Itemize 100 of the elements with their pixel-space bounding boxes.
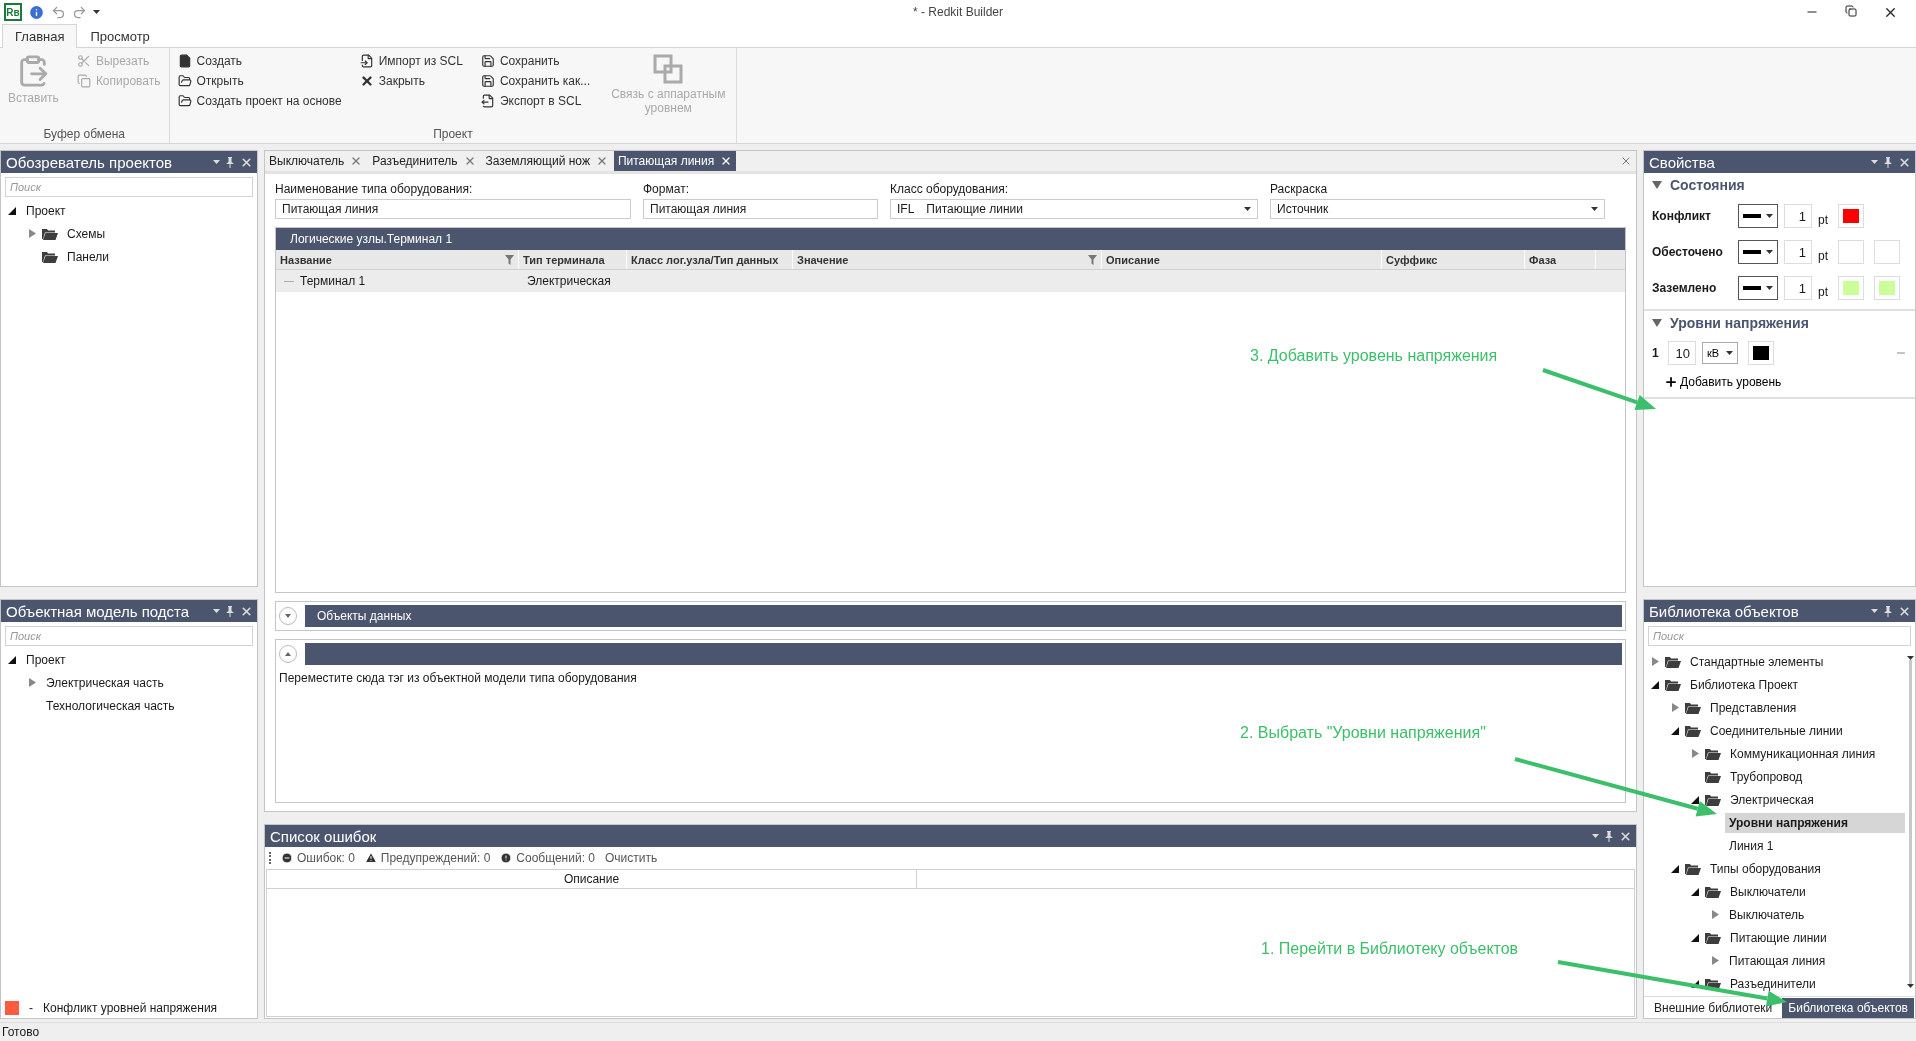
input-field[interactable]: Питающая линия: [275, 199, 631, 219]
color-picker[interactable]: [1838, 204, 1864, 228]
width-field[interactable]: 1: [1784, 240, 1812, 264]
dropdown-icon[interactable]: [213, 609, 220, 613]
tree-item[interactable]: Панели: [63, 246, 113, 267]
expand-arrow-icon[interactable]: [28, 229, 36, 238]
tree-item[interactable]: Трубопровод: [1726, 766, 1807, 787]
width-field[interactable]: 1: [1784, 204, 1812, 228]
search-field[interactable]: Поиск: [5, 626, 253, 646]
color-picker[interactable]: [1874, 276, 1900, 300]
dropdown-icon[interactable]: [1871, 609, 1878, 613]
collapse-arrow-icon[interactable]: [1691, 887, 1699, 896]
expand-arrow-icon[interactable]: [1711, 910, 1719, 919]
ribbon-button[interactable]: Создать проект на основе: [175, 92, 344, 110]
pin-icon[interactable]: [1605, 830, 1613, 842]
column-header[interactable]: Значение: [793, 250, 1102, 269]
dropdown-field[interactable]: Источник: [1270, 199, 1605, 219]
search-field[interactable]: Поиск: [5, 177, 253, 197]
column-header[interactable]: Тип терминала: [519, 250, 627, 269]
column-header[interactable]: Класс лог.узла/Тип данных: [627, 250, 793, 269]
ribbon-button[interactable]: Сохранить как...: [478, 72, 593, 90]
ribbon-tab[interactable]: Просмотр: [77, 24, 163, 48]
filter-icon[interactable]: [505, 254, 514, 265]
tree-item[interactable]: Технологическая часть: [42, 695, 179, 716]
column-header[interactable]: Название: [276, 250, 519, 269]
tree-item[interactable]: Выключатель: [1725, 904, 1809, 925]
collapse-button[interactable]: [279, 607, 297, 625]
tree-item[interactable]: Электрическая часть: [42, 672, 168, 693]
tree-item[interactable]: Разъединители: [1726, 973, 1820, 994]
collapse-arrow-icon[interactable]: [8, 206, 16, 215]
collapse-arrow-icon[interactable]: [1671, 726, 1679, 735]
line-style-dropdown[interactable]: [1738, 240, 1778, 264]
undo-icon[interactable]: [51, 4, 66, 20]
column-header[interactable]: Суффикс: [1382, 250, 1525, 269]
ribbon-button[interactable]: Открыть: [175, 72, 344, 90]
input-field[interactable]: Питающая линия: [643, 199, 878, 219]
tree-item[interactable]: Линия 1: [1725, 835, 1778, 856]
color-picker[interactable]: [1838, 276, 1864, 300]
collapse-arrow-icon[interactable]: [1671, 864, 1679, 873]
collapse-arrow-icon[interactable]: [1691, 933, 1699, 942]
tree-item[interactable]: Проект: [22, 649, 70, 670]
column-header[interactable]: Фаза: [1525, 250, 1596, 269]
expand-arrow-icon[interactable]: [28, 678, 36, 687]
ribbon-button[interactable]: Экспорт в SCL: [478, 92, 593, 110]
panel-tab[interactable]: Внешние библиотеки: [1648, 997, 1779, 1018]
color-picker[interactable]: [1748, 341, 1774, 365]
tree-item[interactable]: Стандартные элементы: [1686, 651, 1828, 672]
dropdown-icon[interactable]: [1871, 160, 1878, 164]
width-field[interactable]: 1: [1784, 276, 1812, 300]
tree-item[interactable]: Электрическая: [1726, 789, 1818, 810]
filter-toggle[interactable]: Ошибок: 0: [281, 851, 355, 865]
pin-icon[interactable]: [1884, 156, 1892, 168]
collapse-button[interactable]: [279, 645, 297, 663]
tree-item[interactable]: Питающие линии: [1726, 927, 1831, 948]
section-toggle[interactable]: Уровни напряжения: [1652, 315, 1907, 331]
document-tab[interactable]: Выключатель: [265, 151, 367, 171]
section-toggle[interactable]: Состояния: [1652, 177, 1907, 193]
pin-icon[interactable]: [1884, 605, 1892, 617]
tree-item[interactable]: Уровни напряжения: [1725, 812, 1905, 833]
filter-toggle[interactable]: Предупреждений: 0: [364, 851, 491, 865]
tree-item[interactable]: Схемы: [63, 223, 110, 244]
clear-button[interactable]: Очистить: [605, 851, 658, 865]
ribbon-button[interactable]: Сохранить: [478, 52, 593, 70]
ribbon-button[interactable]: Закрыть: [357, 72, 465, 90]
tree-item[interactable]: Библиотека Проект: [1686, 674, 1803, 695]
expand-arrow-icon[interactable]: [1671, 703, 1679, 712]
collapse-arrow-icon[interactable]: [1691, 795, 1699, 804]
line-style-dropdown[interactable]: [1738, 276, 1778, 300]
restore-icon[interactable]: [1845, 4, 1857, 17]
document-tab[interactable]: Заземляющий нож: [481, 151, 612, 171]
ribbon-button[interactable]: Создать: [175, 52, 344, 70]
column-header[interactable]: Описание: [1102, 250, 1382, 269]
document-tab[interactable]: Разъединитель: [368, 151, 480, 171]
color-picker[interactable]: [1838, 240, 1864, 264]
color-picker[interactable]: [1874, 240, 1900, 264]
ribbon-button[interactable]: Импорт из SCL: [357, 52, 465, 70]
pin-icon[interactable]: [226, 605, 234, 617]
filter-icon[interactable]: [1088, 254, 1097, 265]
dropdown-icon[interactable]: [213, 160, 220, 164]
expand-arrow-icon[interactable]: [1711, 956, 1719, 965]
tree-item[interactable]: Проект: [22, 200, 70, 221]
voltage-field[interactable]: 10: [1668, 341, 1696, 365]
redo-icon[interactable]: [72, 4, 87, 20]
ribbon-tab[interactable]: Главная: [2, 24, 78, 48]
collapse-arrow-icon[interactable]: [8, 655, 16, 664]
add-level-button[interactable]: Добавить уровень: [1652, 375, 1907, 389]
info-icon[interactable]: [28, 3, 45, 21]
tree-item[interactable]: Представления: [1706, 697, 1801, 718]
expand-arrow-icon[interactable]: [1651, 657, 1659, 666]
document-tab[interactable]: Питающая линия: [613, 151, 737, 171]
unit-dropdown[interactable]: кВ: [1702, 342, 1738, 364]
line-style-dropdown[interactable]: [1738, 204, 1778, 228]
tree-item[interactable]: Соединительные линии: [1706, 720, 1847, 741]
filter-toggle[interactable]: Сообщений: 0: [500, 851, 595, 865]
collapse-arrow-icon[interactable]: [1651, 680, 1659, 689]
dropdown-icon[interactable]: [1592, 834, 1599, 838]
dropdown-field[interactable]: IFL Питающие линии: [890, 199, 1258, 219]
search-field[interactable]: Поиск: [1648, 626, 1911, 646]
expand-arrow-icon[interactable]: [1691, 749, 1699, 758]
tree-item[interactable]: Выключатели: [1726, 881, 1810, 902]
